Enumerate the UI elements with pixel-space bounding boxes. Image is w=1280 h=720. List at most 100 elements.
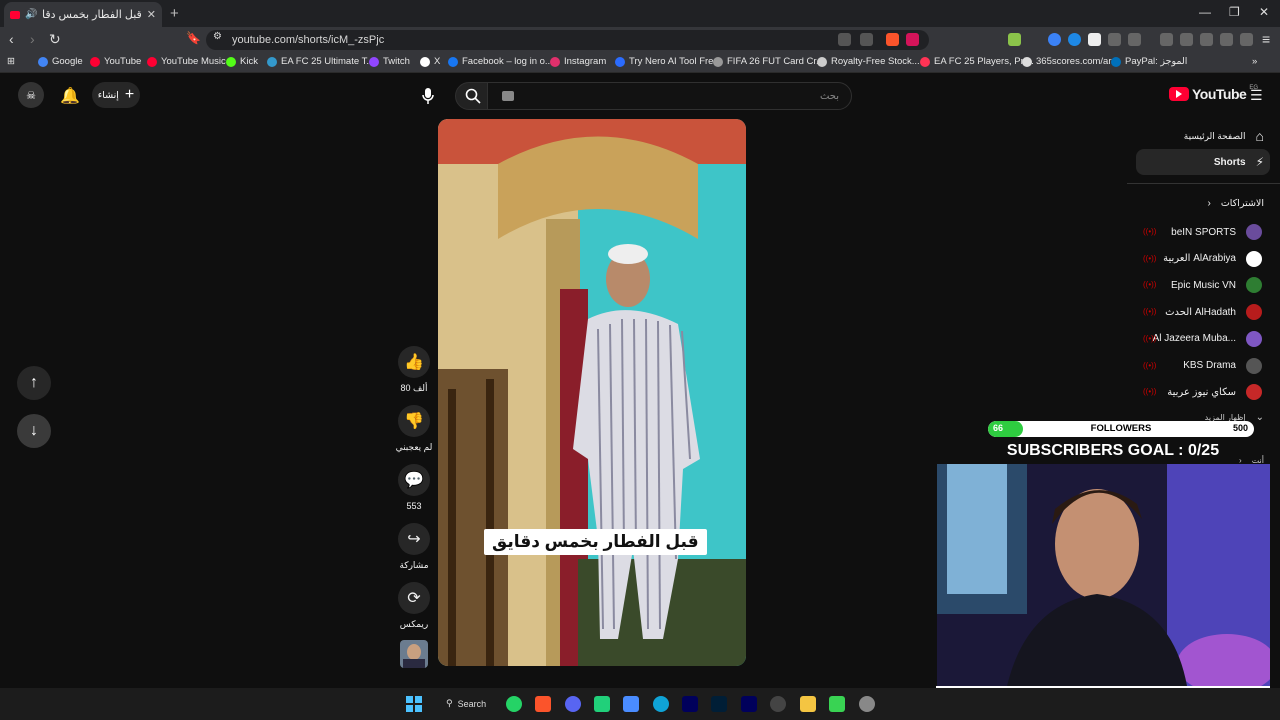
share-icon[interactable] <box>860 33 873 46</box>
bookmark-item[interactable]: Google <box>38 56 83 67</box>
apps-icon[interactable]: ⊞ <box>7 56 15 67</box>
youtube-play-icon <box>1169 87 1189 101</box>
bookmark-item[interactable]: X <box>420 56 440 67</box>
extension-icon[interactable] <box>1008 33 1021 46</box>
remix-button[interactable]: ⟳ ريمكس <box>398 582 430 630</box>
start-button[interactable] <box>406 696 422 712</box>
bookmark-item[interactable]: 365scores.com/ar <box>1022 56 1112 67</box>
vpn-icon[interactable] <box>1240 33 1253 46</box>
extension-icon[interactable] <box>1048 33 1061 46</box>
discord-icon[interactable] <box>565 696 581 712</box>
video-frame <box>438 119 746 666</box>
create-button[interactable]: إنشاء + <box>92 82 140 108</box>
app-icon[interactable] <box>594 696 610 712</box>
taskbar-search-button[interactable]: ⚲ Search <box>446 698 486 709</box>
bookmark-item[interactable]: Instagram <box>550 56 606 67</box>
minimize-button[interactable]: — <box>1199 5 1211 19</box>
bookmark-item[interactable]: Facebook – log in o... <box>448 56 553 67</box>
audition-icon[interactable] <box>741 696 757 712</box>
bookmark-item[interactable]: EA FC 25 Ultimate T... <box>267 56 374 67</box>
menu-icon[interactable]: ≡ <box>1262 31 1270 47</box>
obs-icon[interactable] <box>770 696 786 712</box>
app-icon[interactable] <box>829 696 845 712</box>
site-settings-icon[interactable]: ⚙ <box>213 31 222 42</box>
bookmark-item[interactable]: Kick <box>226 56 258 67</box>
close-tab-icon[interactable]: ✕ <box>147 8 156 21</box>
more-bookmarks-icon[interactable]: » <box>1252 56 1257 67</box>
file-explorer-icon[interactable] <box>800 696 816 712</box>
search-button[interactable] <box>455 82 491 110</box>
extension-icon[interactable] <box>1128 33 1141 46</box>
bookmark-item[interactable]: PayPal: الموجز <box>1111 56 1187 67</box>
extension-icon[interactable] <box>1088 33 1101 46</box>
bookmark-label: FIFA 26 FUT Card Cr... <box>727 56 824 67</box>
extensions-puzzle-icon[interactable] <box>1108 33 1121 46</box>
brave-shields-icon[interactable] <box>886 33 899 46</box>
next-short-button[interactable]: ↓ <box>17 414 51 448</box>
sidebar-item-shorts[interactable]: Shorts ⚡ <box>1214 155 1264 169</box>
previous-short-button[interactable]: ↑ <box>17 366 51 400</box>
share-button[interactable]: ↪ مشاركة <box>398 523 430 571</box>
cast-icon[interactable] <box>838 33 851 46</box>
comments-button[interactable]: 💬 553 <box>398 464 430 511</box>
youtube-logo[interactable]: YouTube EG <box>1169 85 1258 102</box>
media-icon[interactable] <box>1160 33 1173 46</box>
sidebar-channel-item[interactable]: الحدث AlHadath <box>1165 302 1262 322</box>
after-effects-icon[interactable] <box>682 696 698 712</box>
maximize-button[interactable]: ❐ <box>1229 5 1240 19</box>
sidebar-channel-item[interactable]: العربية AlArabiya <box>1163 249 1262 269</box>
sidebar-channel-item[interactable]: beIN SPORTS <box>1171 222 1262 242</box>
sidebar-channel-item[interactable]: KBS Drama <box>1183 356 1262 376</box>
back-icon[interactable]: ‹ <box>9 31 14 47</box>
sidebar-subscriptions-header[interactable]: › الاشتراكات <box>1208 198 1264 209</box>
browser-tab[interactable]: 🔊 قبل الفطار بخمس دقايق - YouTube ✕ <box>4 2 162 27</box>
search-placeholder: بحث <box>819 90 839 102</box>
brave-icon[interactable] <box>535 696 551 712</box>
sidebar-icon[interactable] <box>1180 33 1193 46</box>
edge-icon[interactable] <box>653 696 669 712</box>
avatar[interactable]: ☠ <box>18 82 44 108</box>
like-button[interactable]: 👍 80 ألف <box>398 346 430 394</box>
close-window-button[interactable]: ✕ <box>1259 5 1269 19</box>
brave-rewards-icon[interactable] <box>906 33 919 46</box>
bookmark-item[interactable]: Royalty-Free Stock... <box>817 56 920 67</box>
bookmark-item[interactable]: YouTube <box>90 56 141 67</box>
reload-icon[interactable]: ↻ <box>49 31 61 48</box>
new-tab-button[interactable]: + <box>170 5 179 22</box>
arrow-down-icon: ↓ <box>30 422 38 439</box>
bookmark-icon[interactable]: 🔖 <box>186 31 201 45</box>
sidebar-item-home[interactable]: الصفحة الرئيسية ⌂ <box>1184 128 1264 144</box>
extension-icon[interactable] <box>1068 33 1081 46</box>
settings-gear-icon[interactable] <box>859 696 875 712</box>
bookmark-item[interactable]: EA FC 25 Players, Pri... <box>920 56 1034 67</box>
channel-avatar <box>1246 224 1262 240</box>
bookmark-item[interactable]: Twitch <box>369 56 410 67</box>
photoshop-icon[interactable] <box>711 696 727 712</box>
speaker-icon[interactable]: 🔊 <box>25 9 37 20</box>
voice-search-icon[interactable] <box>414 82 442 110</box>
channel-avatar[interactable] <box>400 640 428 668</box>
wallet-icon[interactable] <box>1200 33 1213 46</box>
dislike-button[interactable]: 👎 لم يعجبني <box>396 405 432 453</box>
bookmark-item[interactable]: YouTube Music <box>147 56 226 67</box>
sidebar-channel-item[interactable]: سكاي نيوز عربية <box>1167 382 1262 402</box>
hamburger-menu-icon[interactable]: ☰ <box>1250 87 1263 104</box>
channel-name: KBS Drama <box>1183 360 1236 371</box>
leo-icon[interactable] <box>1220 33 1233 46</box>
bookmark-item[interactable]: FIFA 26 FUT Card Cr... <box>713 56 824 67</box>
notifications-bell-icon[interactable]: 🔔 <box>60 86 80 106</box>
sidebar-channel-item[interactable]: Epic Music VN <box>1171 275 1262 295</box>
address-bar[interactable]: youtube.com/shorts/icM_-zsPjc <box>206 30 929 50</box>
create-label: إنشاء <box>97 89 119 101</box>
whatsapp-icon[interactable] <box>506 696 522 712</box>
live-indicator-icon: ((•)) <box>1143 333 1157 343</box>
sidebar-channel-item[interactable]: Al Jazeera Muba... <box>1153 329 1262 349</box>
app-icon[interactable] <box>623 696 639 712</box>
forward-icon[interactable]: › <box>30 31 35 47</box>
search-input[interactable]: بحث <box>487 82 852 110</box>
bookmark-favicon-icon <box>1111 56 1121 67</box>
bookmark-item[interactable]: Try Nero AI Tool Fre... <box>615 56 721 67</box>
short-video[interactable]: قبل الفطار بخمس دقايق <box>438 119 746 666</box>
keyboard-icon[interactable] <box>502 91 514 101</box>
bookmark-label: YouTube <box>104 56 142 67</box>
